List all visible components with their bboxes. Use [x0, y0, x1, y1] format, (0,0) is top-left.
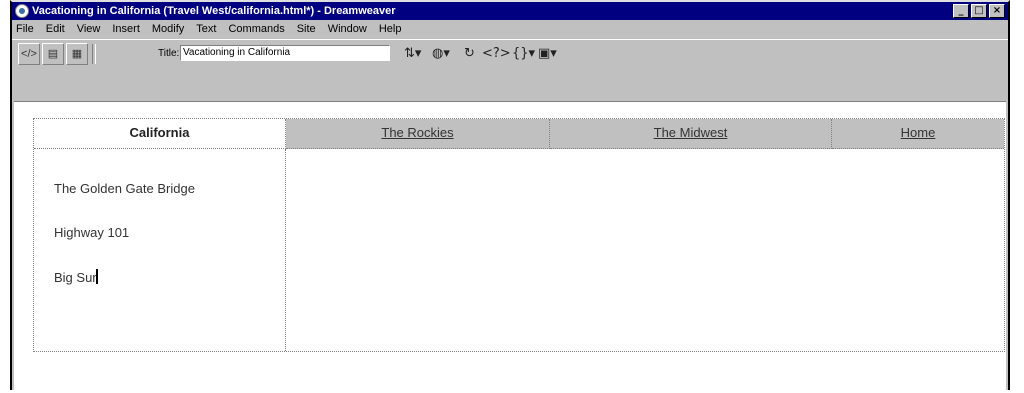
toolbar-separator [92, 44, 96, 64]
menu-commands[interactable]: Commands [222, 20, 290, 38]
split-view-icon: ▤ [47, 48, 59, 60]
close-button[interactable]: × [989, 4, 1005, 18]
document-toolbar: </> ▤ ▦ Title: Vacationing in California… [12, 39, 1008, 68]
design-view-button[interactable]: ▦ [66, 43, 88, 65]
document-design-view[interactable]: California The Rockies The Midwest Home … [14, 101, 1006, 393]
sidebar-item-highway-101[interactable]: Highway 101 [54, 225, 129, 240]
menu-window[interactable]: Window [322, 20, 373, 38]
nav-california: California [34, 119, 286, 149]
menu-help[interactable]: Help [373, 20, 408, 38]
menu-bar: File Edit View Insert Modify Text Comman… [12, 20, 1008, 38]
menu-site[interactable]: Site [291, 20, 322, 38]
nav-link-the-midwest[interactable]: The Midwest [550, 119, 832, 149]
refresh-icon[interactable]: ↻ [464, 46, 475, 61]
maximize-button[interactable]: □ [971, 4, 987, 18]
view-options-icon[interactable]: ▣▾ [538, 46, 557, 61]
menu-insert[interactable]: Insert [106, 20, 146, 38]
window-controls: _ □ × [953, 4, 1005, 18]
menu-file[interactable]: File [12, 20, 40, 38]
menu-edit[interactable]: Edit [40, 20, 71, 38]
sidebar-item-label: Big Sur [54, 270, 97, 285]
app-window: Vacationing in California (Travel West/c… [10, 0, 1010, 393]
preview-browser-icon[interactable]: ◍▾ [432, 46, 450, 61]
window-title: Vacationing in California (Travel West/c… [32, 5, 396, 17]
menu-view[interactable]: View [71, 20, 107, 38]
code-navigation-icon[interactable]: {}▾ [512, 46, 535, 61]
sidebar-item-big-sur[interactable]: Big Sur [54, 269, 98, 285]
reference-icon[interactable]: <?> [482, 46, 511, 61]
layout-table: California The Rockies The Midwest Home … [33, 118, 1005, 352]
sidebar: The Golden Gate Bridge Highway 101 Big S… [34, 149, 286, 351]
page-title-input[interactable]: Vacationing in California [180, 45, 390, 61]
nav-link-the-rockies[interactable]: The Rockies [286, 119, 550, 149]
sidebar-item-golden-gate[interactable]: The Golden Gate Bridge [54, 181, 195, 196]
menu-text[interactable]: Text [190, 20, 222, 38]
design-view-icon: ▦ [71, 48, 83, 60]
title-label: Title: [158, 48, 180, 59]
minimize-button[interactable]: _ [953, 4, 969, 18]
code-view-icon: </> [21, 48, 37, 60]
dreamweaver-app-icon[interactable] [15, 4, 29, 18]
file-management-icon[interactable]: ⇅▾ [404, 46, 421, 61]
text-cursor [95, 269, 98, 284]
code-view-button[interactable]: </> [18, 43, 40, 65]
title-bar: Vacationing in California (Travel West/c… [12, 2, 1008, 20]
menu-modify[interactable]: Modify [146, 20, 190, 38]
nav-link-home[interactable]: Home [832, 119, 1004, 149]
split-view-button[interactable]: ▤ [42, 43, 64, 65]
nav-bar: California The Rockies The Midwest Home [34, 119, 1004, 149]
